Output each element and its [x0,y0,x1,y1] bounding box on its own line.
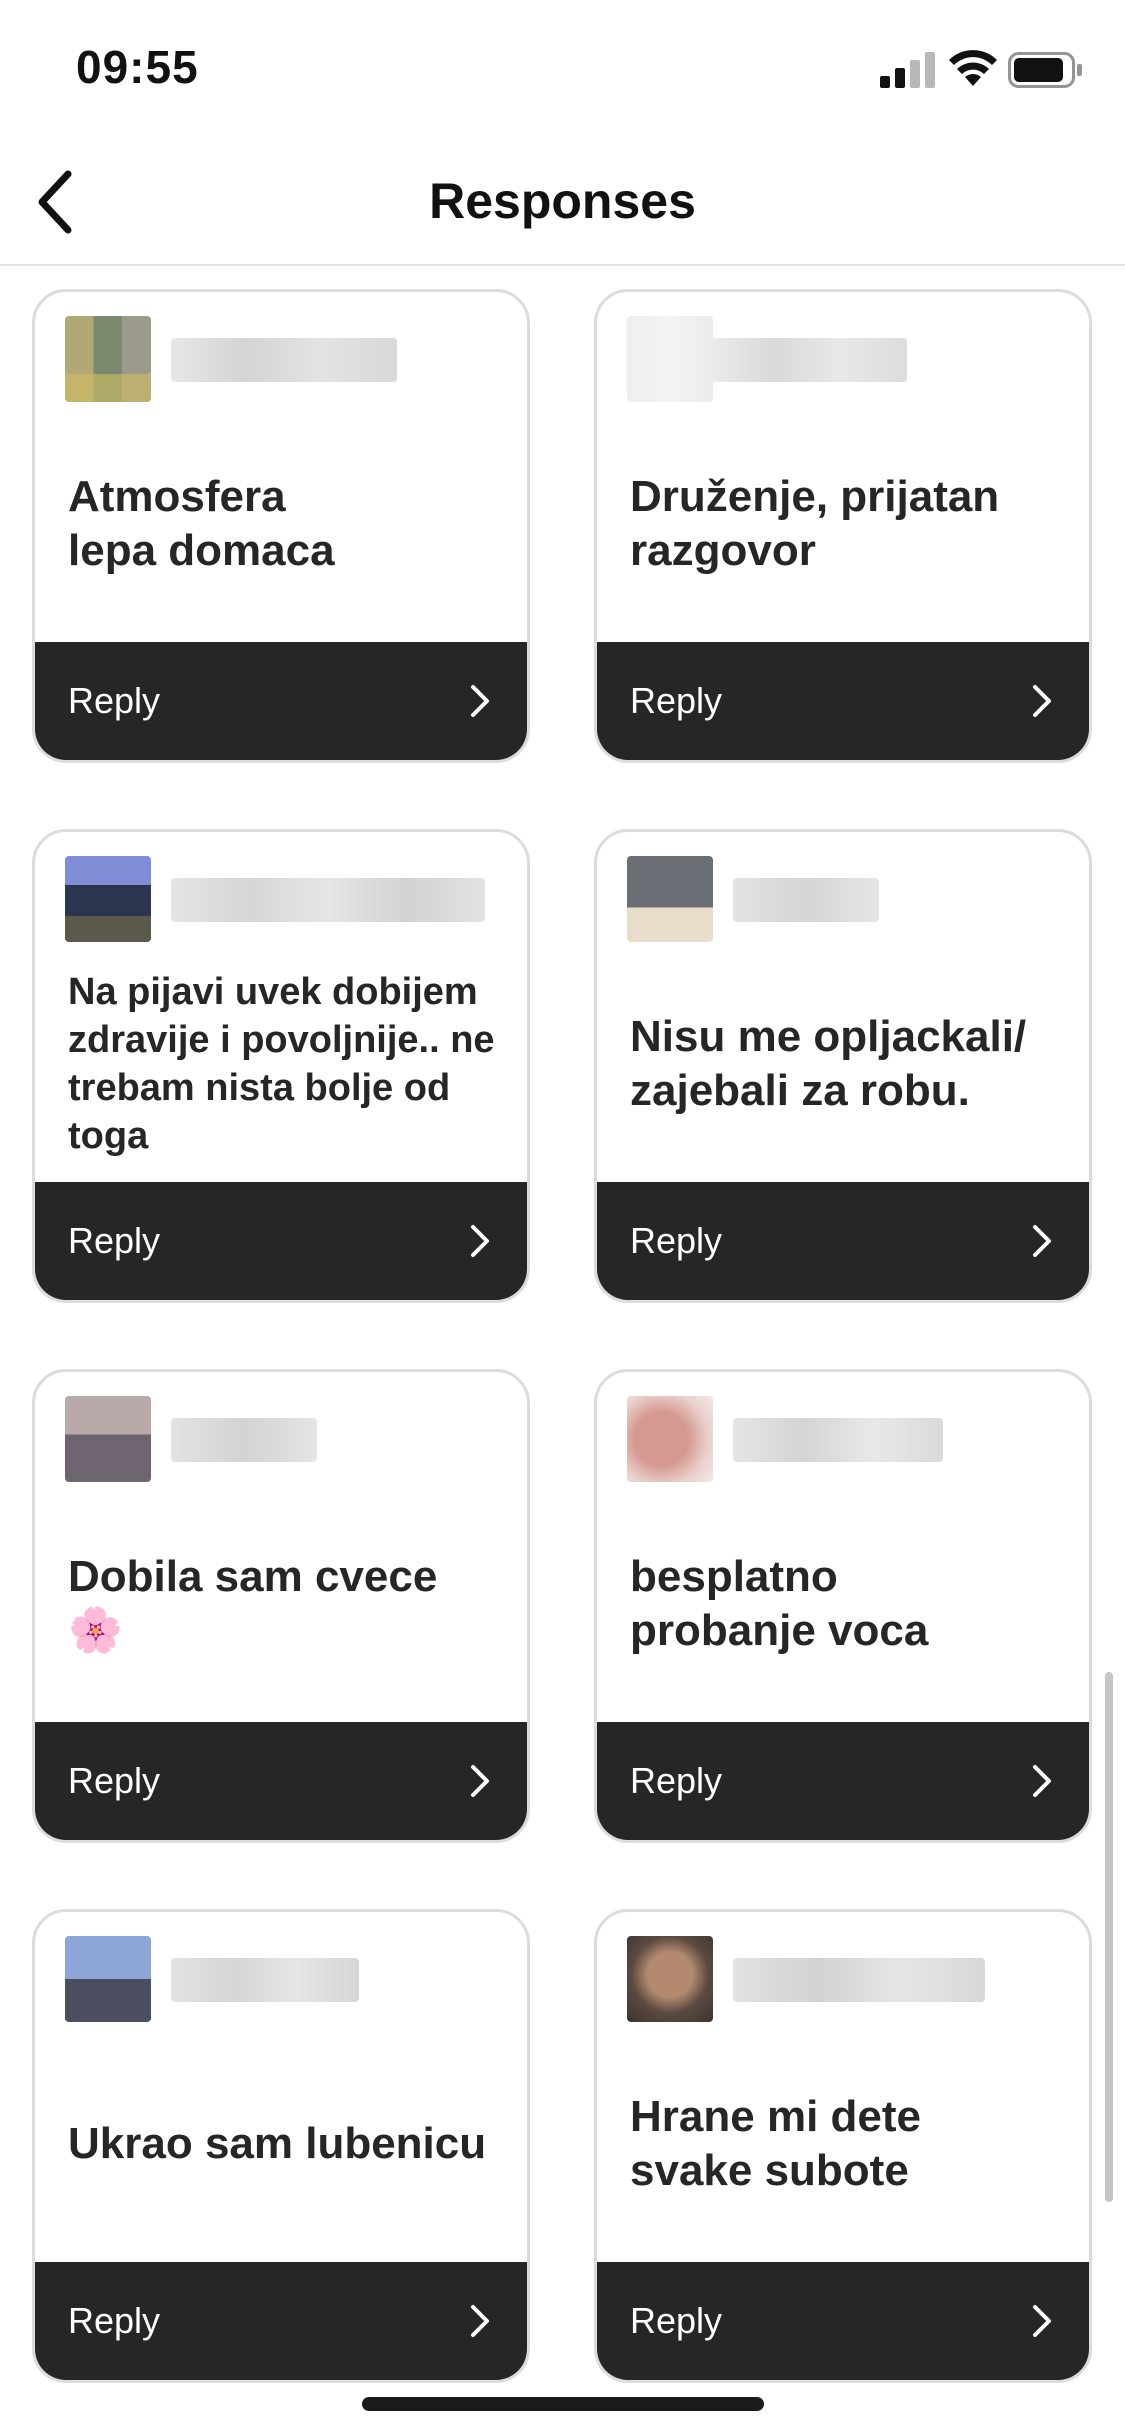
chevron-right-icon [1033,1765,1051,1797]
avatar [65,1396,151,1482]
response-card: Nisu me opljackali/ zajebali za robu. Re… [594,829,1092,1303]
username-blurred [171,1958,359,2002]
username-blurred [733,1418,943,1462]
reply-label: Reply [68,1220,161,1261]
response-text: besplatno probanje voca [630,1552,929,1655]
reply-button[interactable]: Reply [597,642,1089,760]
reply-label: Reply [68,680,161,721]
reply-label: Reply [68,2300,161,2341]
username-blurred [171,338,397,382]
reply-button[interactable]: Reply [597,1722,1089,1840]
username-blurred [171,878,485,922]
response-text: Atmosfera lepa domaca [68,472,335,575]
reply-label: Reply [630,1220,723,1261]
chevron-right-icon [471,685,489,717]
response-card: besplatno probanje voca Reply [594,1369,1092,1843]
chevron-right-icon [1033,685,1051,717]
reply-button[interactable]: Reply [35,642,527,760]
avatar [65,1936,151,2022]
response-text: Nisu me opljackali/ zajebali za robu. [630,1012,1027,1115]
avatar [65,856,151,942]
response-card: Na pijavi uvek dobijem zdravije i povolj… [32,829,530,1303]
username-blurred [733,1958,985,2002]
reply-button[interactable]: Reply [35,2262,527,2380]
chevron-right-icon [471,1765,489,1797]
reply-label: Reply [630,2300,723,2341]
status-bar: 09:55 [0,0,1125,140]
page-title: Responses [429,173,696,229]
chevron-right-icon [471,2305,489,2337]
response-text: Dobila sam cvece 🌸 [68,1552,438,1655]
reply-button[interactable]: Reply [597,2262,1089,2380]
username-blurred [707,338,907,382]
response-card: Ukrao sam lubenicu Reply [32,1909,530,2383]
response-card: Hrane mi dete svake subote Reply [594,1909,1092,2383]
reply-label: Reply [630,680,723,721]
response-text: Ukrao sam lubenicu [68,2119,487,2168]
cellular-signal-icon [880,52,935,88]
avatar [65,316,151,402]
reply-label: Reply [630,1760,723,1801]
battery-icon [1008,52,1082,88]
wifi-icon [949,50,997,86]
reply-label: Reply [68,1760,161,1801]
response-card: Druženje, prijatan razgovor Reply [594,289,1092,763]
response-text: Hrane mi dete svake subote [630,2092,921,2195]
chevron-right-icon [1033,2305,1051,2337]
username-blurred [733,878,879,922]
response-card: Dobila sam cvece 🌸 Reply [32,1369,530,1843]
status-time: 09:55 [76,41,199,93]
chevron-right-icon [1033,1225,1051,1257]
chevron-right-icon [471,1225,489,1257]
response-text: Na pijavi uvek dobijem zdravije i povolj… [68,971,495,1157]
response-card: Atmosfera lepa domaca Reply [32,289,530,763]
username-blurred [171,1418,317,1462]
avatar [627,1396,713,1482]
avatar [627,316,713,402]
avatar [627,856,713,942]
navigation-bar: Responses [0,140,1125,266]
response-text: Druženje, prijatan razgovor [630,472,1000,575]
reply-button[interactable]: Reply [35,1182,527,1300]
home-indicator[interactable] [362,2397,764,2411]
scrollbar[interactable] [1105,1672,1113,2202]
reply-button[interactable]: Reply [597,1182,1089,1300]
reply-button[interactable]: Reply [35,1722,527,1840]
avatar [627,1936,713,2022]
